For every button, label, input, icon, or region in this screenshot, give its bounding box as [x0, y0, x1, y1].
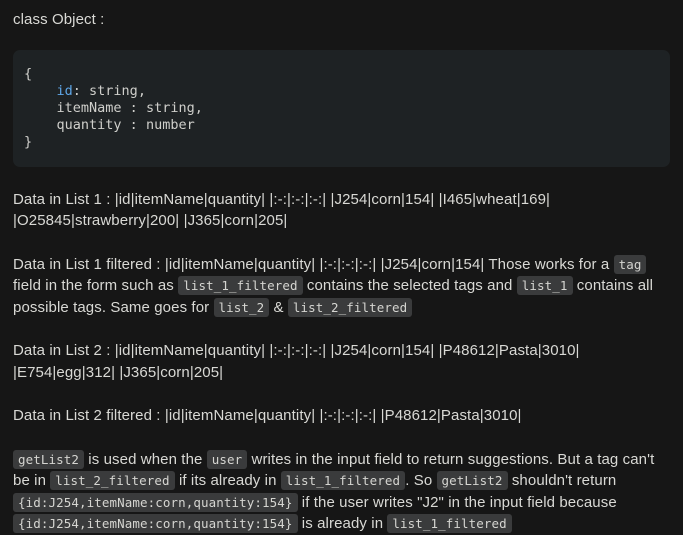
inline-code: list_1_filtered [178, 276, 303, 295]
paragraph-list-2-filtered-data: Data in List 2 filtered : |id|itemName|q… [13, 383, 670, 427]
inline-code: getList2 [13, 449, 85, 469]
inline-code: list_2_filtered [50, 471, 175, 490]
paragraph-text: . So [405, 472, 437, 489]
code-field-type: number [145, 116, 195, 133]
paragraph-text: if its already in [174, 472, 281, 489]
inline-code: user [206, 449, 248, 469]
inline-code: list_2 [213, 297, 270, 317]
inline-code: list_1_filtered [387, 514, 512, 533]
code-field-separator: : [72, 82, 90, 99]
inline-code: tag [613, 254, 647, 274]
code-field-itemName: itemName : string, [24, 100, 203, 116]
document-page: class Object : { id: string, itemName : … [0, 0, 683, 533]
paragraph-text: Data in List 2 : |id|itemName|quantity| … [13, 342, 580, 381]
paragraph-text: contains the selected tags and [302, 277, 517, 294]
paragraph-text: field in the form such as [13, 277, 179, 294]
code-close-brace: } [24, 133, 33, 150]
inline-code: list_1_filtered [280, 471, 406, 490]
paragraph-list-2-data: Data in List 2 : |id|itemName|quantity| … [13, 318, 670, 383]
code-open-brace: { [24, 65, 33, 82]
paragraph-text: shouldn't return [507, 472, 617, 489]
object-schema-code-block: { id: string, itemName : string, quantit… [13, 49, 670, 167]
paragraph-text: is already in [297, 515, 388, 532]
code-field-key: itemName [56, 99, 122, 116]
paragraph-list-1-filtered-data: Data in List 1 filtered : |id|itemName|q… [13, 232, 670, 319]
paragraph-list-1-data: Data in List 1 : |id|itemName|quantity| … [13, 167, 670, 232]
inline-code: {id:J254,itemName:corn,quantity:154} [13, 492, 298, 512]
code-field-key: quantity [56, 116, 122, 133]
paragraph-text: Data in List 1 : |id|itemName|quantity| … [13, 190, 551, 230]
inline-code: getList2 [436, 471, 508, 490]
inline-code: list_1 [516, 276, 573, 295]
paragraph-text: if the user writes "J2" in the input fie… [297, 493, 617, 511]
inline-code: {id:J254,itemName:corn,quantity:154} [13, 514, 298, 533]
intro-line: class Object : [13, 11, 105, 28]
paragraph-text: is used when the [84, 450, 207, 468]
code-field-key: id [56, 82, 73, 99]
code-block-content: { id: string, itemName : string, quantit… [24, 66, 656, 151]
paragraph-getlist2-explanation: getList2 is used when the user writes in… [13, 427, 670, 535]
paragraph-list: Data in List 1 : |id|itemName|quantity| … [13, 167, 670, 535]
paragraph-text: Data in List 1 filtered : |id|itemName|q… [13, 255, 614, 273]
paragraph-text: & [269, 298, 288, 316]
code-field-id: id: string, [24, 83, 146, 99]
code-field-type: string, [145, 99, 203, 116]
inline-code: list_2_filtered [287, 297, 413, 317]
code-field-quantity: quantity : number [24, 117, 195, 133]
code-field-separator: : [121, 116, 146, 133]
code-field-separator: : [121, 99, 146, 116]
code-field-type: string, [89, 82, 146, 99]
paragraph-text: Data in List 2 filtered : |id|itemName|q… [13, 407, 522, 424]
